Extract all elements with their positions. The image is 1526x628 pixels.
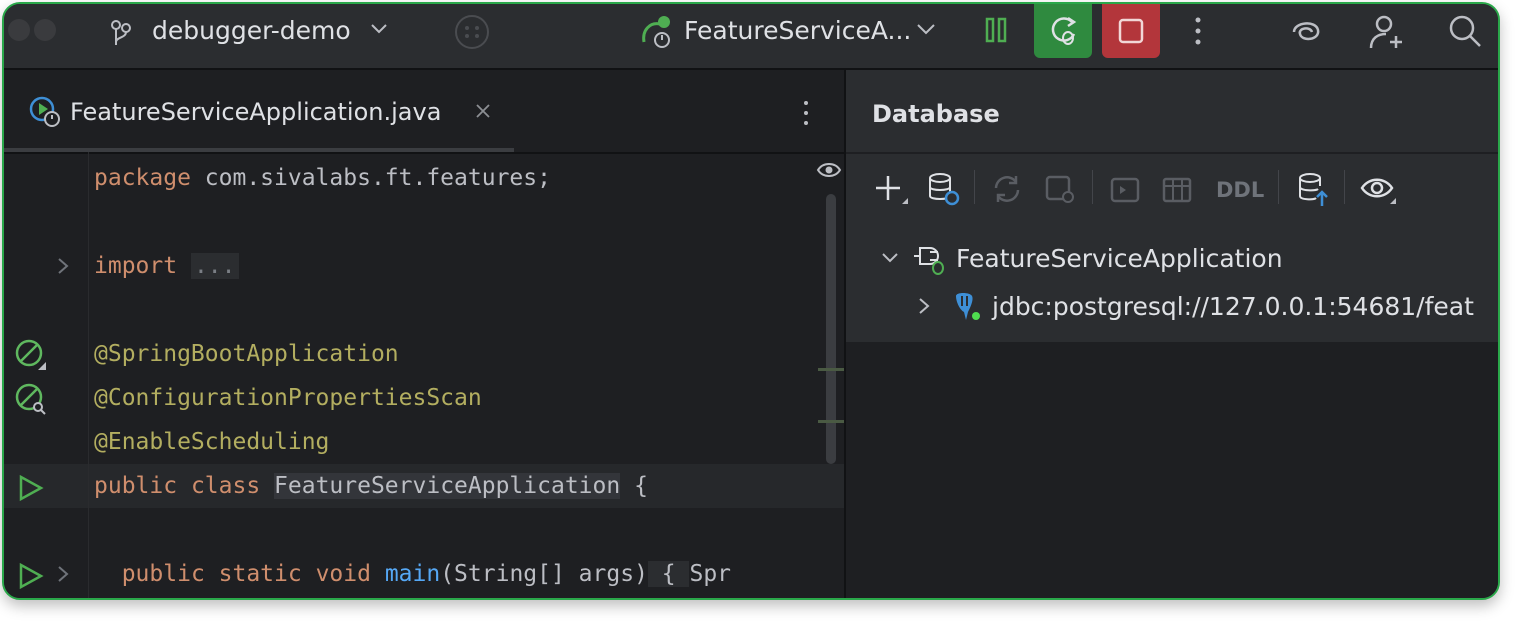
chevron-down-icon[interactable] bbox=[370, 22, 388, 36]
title-bar: debugger-demo FeatureServiceA... bbox=[4, 4, 1498, 68]
scrollbar-thumb[interactable] bbox=[826, 194, 836, 464]
ddl-button[interactable]: DDL bbox=[1216, 176, 1264, 204]
keyword: package bbox=[94, 165, 191, 191]
database-panel: Database DDL FeatureServiceApplication j… bbox=[846, 70, 1498, 598]
method-args: (String[] args) bbox=[440, 561, 648, 587]
keyword: class bbox=[177, 473, 275, 499]
stop-icon bbox=[1118, 18, 1144, 44]
fold-chevron-icon[interactable] bbox=[56, 564, 70, 584]
fold-brace[interactable]: { bbox=[647, 561, 690, 587]
spring-scan-icon[interactable] bbox=[14, 382, 48, 416]
run-config-name[interactable]: FeatureServiceA... bbox=[684, 16, 911, 46]
keyword: public bbox=[94, 473, 178, 499]
toolbar-separator bbox=[1278, 170, 1279, 204]
change-marker bbox=[818, 368, 846, 371]
reader-mode-eye-icon[interactable] bbox=[816, 160, 842, 180]
toolbar-separator bbox=[1092, 170, 1093, 204]
view-options-eye-icon[interactable] bbox=[1360, 174, 1400, 206]
refresh-icon[interactable] bbox=[990, 174, 1024, 204]
rerun-debug-icon bbox=[1051, 16, 1077, 45]
more-icon[interactable] bbox=[454, 14, 490, 50]
window-control-dot[interactable] bbox=[8, 19, 30, 41]
pause-icon[interactable] bbox=[984, 16, 1008, 46]
close-icon[interactable] bbox=[474, 102, 492, 120]
java-run-file-icon bbox=[29, 96, 60, 127]
header-divider bbox=[846, 152, 1498, 154]
change-marker bbox=[818, 420, 846, 423]
debug-session-icon bbox=[914, 247, 944, 275]
ide-window: debugger-demo FeatureServiceA... Feature… bbox=[2, 2, 1500, 600]
class-name: FeatureServiceApplication bbox=[274, 473, 621, 499]
code-continuation: Spr bbox=[689, 561, 732, 587]
rerun-debug-button[interactable] bbox=[1034, 4, 1092, 58]
code-line-annotation[interactable]: @ConfigurationPropertiesScan bbox=[94, 384, 482, 412]
table-icon[interactable] bbox=[1162, 176, 1192, 204]
keyword: import bbox=[94, 253, 178, 279]
code-editor[interactable]: FeatureServiceApplication.java package c… bbox=[4, 70, 846, 598]
spring-boot-app-icon[interactable] bbox=[14, 338, 48, 372]
fold-chevron-icon[interactable] bbox=[56, 256, 70, 276]
window-control-dot[interactable] bbox=[34, 19, 56, 41]
disconnect-icon[interactable] bbox=[1044, 174, 1076, 204]
tree-node-root[interactable]: FeatureServiceApplication bbox=[956, 244, 1283, 274]
postgresql-icon bbox=[956, 293, 980, 320]
tree-node-datasource[interactable]: jdbc:postgresql://127.0.0.1:54681/feat bbox=[992, 292, 1474, 322]
code-line-annotation[interactable]: @SpringBootApplication bbox=[94, 340, 399, 368]
import-fold[interactable]: ... bbox=[190, 253, 239, 279]
code-line-class[interactable]: public class FeatureServiceApplication { bbox=[94, 472, 648, 500]
code-line-import[interactable]: import ... bbox=[94, 252, 239, 280]
query-console-icon[interactable] bbox=[1110, 176, 1140, 204]
kebab-icon[interactable] bbox=[800, 98, 812, 128]
gutter-separator bbox=[88, 152, 89, 598]
run-config-icon bbox=[642, 16, 670, 48]
code-line-package[interactable]: package com.sivalabs.ft.features; bbox=[94, 164, 551, 192]
tree-empty-area bbox=[846, 342, 1498, 598]
panel-title: Database bbox=[872, 100, 1000, 128]
chevron-down-icon[interactable] bbox=[916, 22, 936, 36]
add-icon[interactable] bbox=[874, 174, 910, 206]
ai-assistant-icon[interactable] bbox=[1286, 12, 1326, 52]
toolbar-separator bbox=[1344, 170, 1345, 204]
tab-title: FeatureServiceApplication.java bbox=[70, 98, 442, 126]
tab-divider bbox=[4, 152, 844, 154]
project-name[interactable]: debugger-demo bbox=[152, 16, 351, 46]
method-name: main bbox=[384, 561, 441, 587]
chevron-down-icon[interactable] bbox=[880, 250, 900, 266]
data-source-properties-icon[interactable] bbox=[926, 172, 960, 206]
stop-button[interactable] bbox=[1102, 4, 1160, 58]
code-line-annotation[interactable]: @EnableScheduling bbox=[94, 428, 329, 456]
search-icon[interactable] bbox=[1446, 12, 1484, 50]
toolbar-separator bbox=[974, 170, 975, 204]
brace: { bbox=[620, 473, 648, 499]
jump-to-query-console-icon[interactable] bbox=[1296, 172, 1330, 208]
run-main-icon[interactable] bbox=[18, 562, 44, 590]
code-line-main[interactable]: public static void main(String[] args) {… bbox=[94, 560, 731, 588]
run-class-icon[interactable] bbox=[18, 474, 44, 502]
editor-tab[interactable]: FeatureServiceApplication.java bbox=[4, 70, 514, 152]
kebab-icon[interactable] bbox=[1190, 14, 1206, 48]
keyword: public static void bbox=[121, 561, 371, 587]
package-name: com.sivalabs.ft.features; bbox=[190, 165, 551, 191]
chevron-right-icon[interactable] bbox=[916, 296, 932, 316]
branch-icon bbox=[111, 20, 131, 45]
add-user-icon[interactable] bbox=[1366, 12, 1406, 52]
